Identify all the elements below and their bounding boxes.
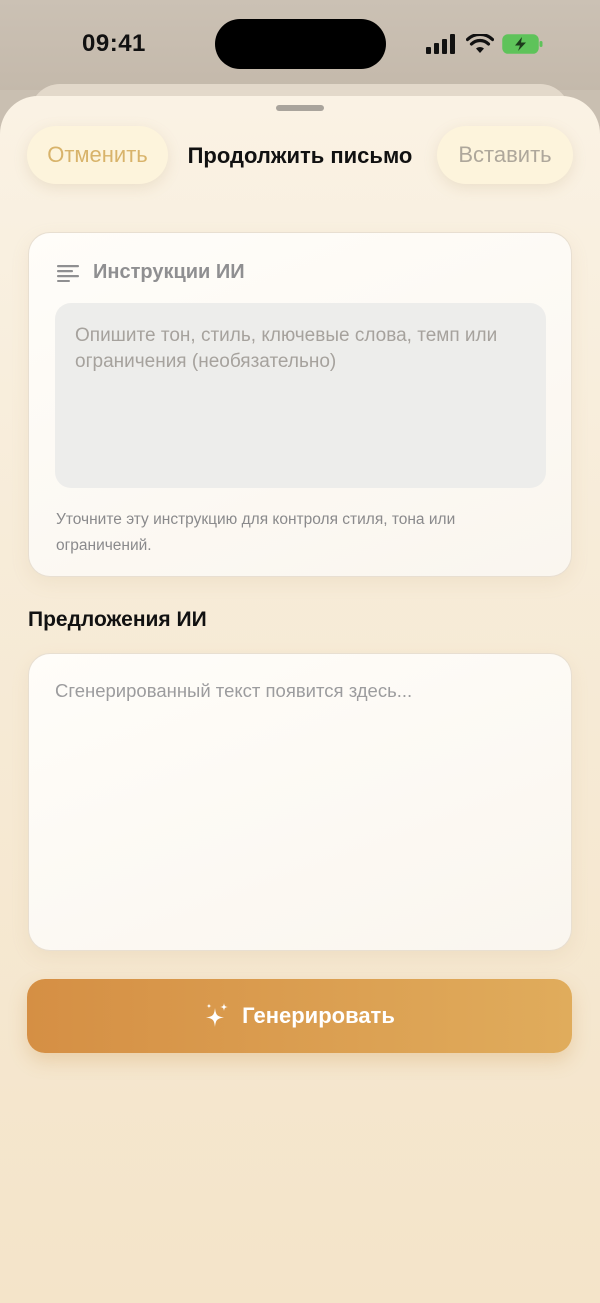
suggestions-placeholder: Сгенерированный текст появится здесь... bbox=[55, 680, 413, 701]
sheet-grabber[interactable] bbox=[276, 105, 324, 111]
suggestions-title: Предложения ИИ bbox=[28, 608, 207, 631]
dynamic-island bbox=[215, 19, 386, 69]
status-bar: 09:41 bbox=[0, 0, 600, 90]
status-time: 09:41 bbox=[82, 30, 146, 57]
suggestions-output[interactable]: Сгенерированный текст появится здесь... bbox=[28, 653, 572, 951]
battery-charging-icon bbox=[502, 34, 543, 54]
sparkles-icon bbox=[206, 1003, 229, 1027]
insert-button[interactable]: Вставить bbox=[437, 126, 573, 184]
instructions-header: Инструкции ИИ bbox=[57, 261, 245, 284]
wifi-icon bbox=[466, 34, 494, 53]
generate-label: Генерировать bbox=[242, 1003, 395, 1028]
status-icons bbox=[426, 33, 544, 55]
signal-icon bbox=[426, 34, 455, 54]
instructions-hint: Уточните эту инструкцию для контроля сти… bbox=[56, 511, 456, 554]
generate-button[interactable]: Генерировать bbox=[27, 979, 572, 1053]
continue-letter-sheet: Отменить Продолжить письмо Вставить Инст… bbox=[0, 96, 600, 1303]
instructions-label: Инструкции ИИ bbox=[93, 261, 245, 283]
instructions-input[interactable] bbox=[55, 303, 546, 488]
instructions-card: Инструкции ИИ Уточните эту инструкцию дл… bbox=[28, 232, 572, 577]
text-lines-icon bbox=[57, 264, 79, 282]
